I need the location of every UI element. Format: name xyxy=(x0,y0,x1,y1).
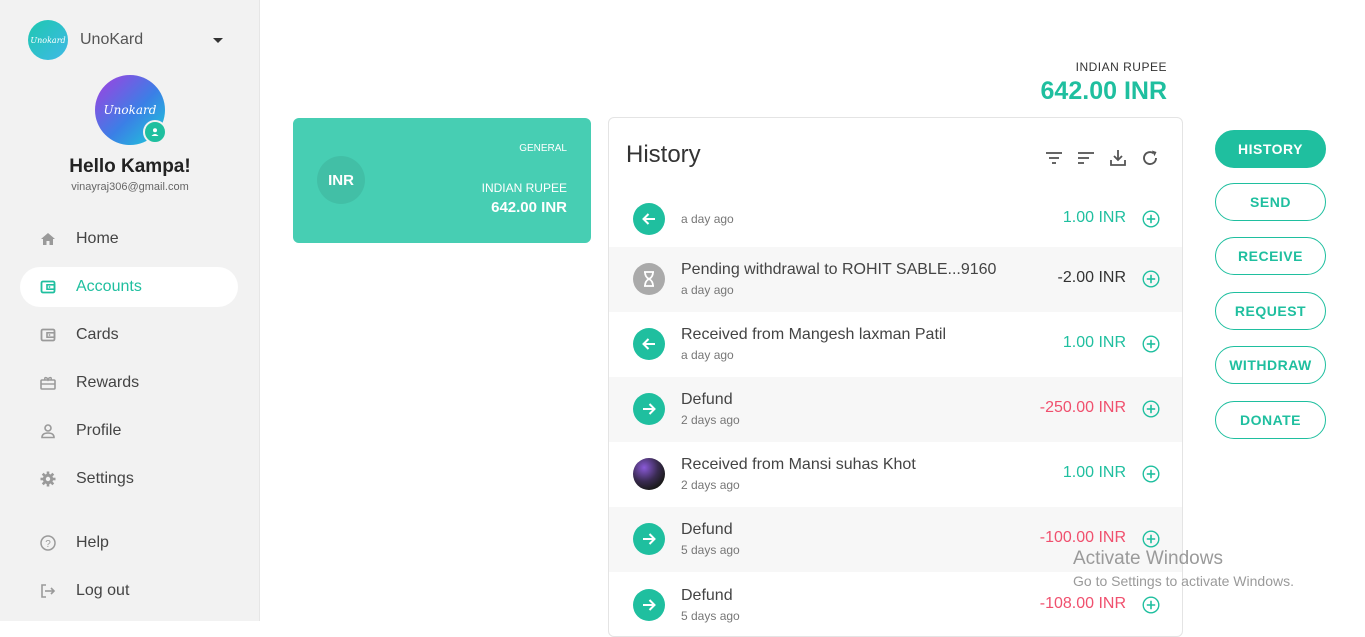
transaction-title: Defund xyxy=(681,521,733,538)
sidebar-item-profile[interactable]: Profile xyxy=(20,411,238,451)
gift-icon xyxy=(38,373,58,393)
sidebar-item-label: Help xyxy=(76,534,109,551)
transaction-row[interactable]: a day ago 1.00 INR xyxy=(609,187,1182,252)
balance-currency: INDIAN RUPEE xyxy=(1075,60,1167,74)
sidebar: Unokard UnoKard Unokard Hello Kampa! vin… xyxy=(0,0,260,621)
expand-plus-icon[interactable] xyxy=(1142,400,1160,418)
sidebar-item-label: Profile xyxy=(76,422,122,439)
greeting: Hello Kampa! xyxy=(69,156,191,177)
transaction-title: Defund xyxy=(681,587,733,604)
sender-avatar xyxy=(633,458,665,490)
transaction-time: 2 days ago xyxy=(681,478,740,492)
account-card[interactable]: INR GENERAL INDIAN RUPEE 642.00 INR xyxy=(293,118,591,243)
chevron-down-icon[interactable] xyxy=(213,38,223,43)
watermark-title: Activate Windows xyxy=(1073,548,1223,569)
sidebar-item-label: Settings xyxy=(76,470,134,487)
transaction-amount: -2.00 INR xyxy=(1057,269,1126,286)
sidebar-item-cards[interactable]: Cards xyxy=(20,315,238,355)
transaction-title: Received from Mangesh laxman Patil xyxy=(681,326,947,343)
brand[interactable]: Unokard UnoKard xyxy=(28,20,143,60)
outgoing-arrow-icon xyxy=(633,589,665,621)
incoming-arrow-icon xyxy=(633,328,665,360)
hourglass-icon xyxy=(633,263,665,295)
sidebar-item-help[interactable]: ? Help xyxy=(20,523,238,563)
sidebar-item-label: Rewards xyxy=(76,374,140,391)
expand-plus-icon[interactable] xyxy=(1142,210,1160,228)
sidebar-item-label: Log out xyxy=(76,582,130,599)
card-amount: 642.00 INR xyxy=(491,199,567,216)
gear-icon xyxy=(38,469,58,489)
sidebar-item-label: Cards xyxy=(76,326,119,343)
activation-watermark: Activate Windows Go to Settings to activ… xyxy=(1073,548,1294,589)
brand-name: UnoKard xyxy=(80,31,144,48)
expand-plus-icon[interactable] xyxy=(1142,270,1160,288)
help-icon: ? xyxy=(38,533,58,553)
logout-icon xyxy=(38,581,58,601)
transaction-row[interactable]: Defund 2 days ago -250.00 INR xyxy=(609,377,1182,442)
card-type: GENERAL xyxy=(519,143,567,154)
history-button[interactable]: HISTORY xyxy=(1215,130,1326,168)
transaction-amount: 1.00 INR xyxy=(1062,464,1126,481)
sidebar-item-settings[interactable]: Settings xyxy=(20,459,238,499)
transaction-time: a day ago xyxy=(681,212,734,226)
sidebar-item-accounts[interactable]: Accounts xyxy=(20,267,238,307)
transaction-time: a day ago xyxy=(681,348,734,362)
transaction-row[interactable]: Received from Mangesh laxman Patil a day… xyxy=(609,312,1182,377)
card-icon xyxy=(38,325,58,345)
person-icon xyxy=(38,421,58,441)
transaction-time: 2 days ago xyxy=(681,413,740,427)
watermark-subtitle: Go to Settings to activate Windows. xyxy=(1073,573,1294,589)
history-title: History xyxy=(626,141,701,168)
expand-plus-icon[interactable] xyxy=(1142,596,1160,614)
balance-amount: 642.00 INR xyxy=(1040,77,1167,105)
expand-plus-icon[interactable] xyxy=(1142,530,1160,548)
withdraw-button[interactable]: WITHDRAW xyxy=(1215,346,1326,384)
send-button[interactable]: SEND xyxy=(1215,183,1326,221)
sidebar-item-label: Accounts xyxy=(76,278,142,295)
outgoing-arrow-icon xyxy=(633,523,665,555)
transaction-amount: -100.00 INR xyxy=(1039,529,1126,546)
card-currency: INDIAN RUPEE xyxy=(481,181,567,195)
transaction-title: Defund xyxy=(681,391,733,408)
donate-button[interactable]: DONATE xyxy=(1215,401,1326,439)
sidebar-item-logout[interactable]: Log out xyxy=(20,571,238,611)
receive-button[interactable]: RECEIVE xyxy=(1215,237,1326,275)
download-icon[interactable] xyxy=(1106,146,1130,170)
currency-badge: INR xyxy=(317,156,365,204)
transaction-title: Received from Mansi suhas Khot xyxy=(681,456,916,473)
brand-logo: Unokard xyxy=(28,20,68,60)
user-email: vinayraj306@gmail.com xyxy=(71,181,189,193)
transaction-amount: 1.00 INR xyxy=(1062,209,1126,226)
incoming-arrow-icon xyxy=(633,203,665,235)
filter-icon[interactable] xyxy=(1042,146,1066,170)
sort-icon[interactable] xyxy=(1074,146,1098,170)
transaction-time: 5 days ago xyxy=(681,543,740,557)
home-icon xyxy=(38,229,58,249)
profile-badge-icon[interactable] xyxy=(143,120,167,144)
transaction-time: a day ago xyxy=(681,283,734,297)
sidebar-item-label: Home xyxy=(76,230,119,247)
wallet-icon xyxy=(38,277,58,297)
transaction-row[interactable]: Received from Mansi suhas Khot 2 days ag… xyxy=(609,442,1182,507)
request-button[interactable]: REQUEST xyxy=(1215,292,1326,330)
expand-plus-icon[interactable] xyxy=(1142,335,1160,353)
outgoing-arrow-icon xyxy=(633,393,665,425)
sidebar-item-rewards[interactable]: Rewards xyxy=(20,363,238,403)
refresh-icon[interactable] xyxy=(1138,146,1162,170)
transaction-title: Pending withdrawal to ROHIT SABLE...9160 xyxy=(681,261,997,278)
svg-text:?: ? xyxy=(45,539,51,550)
transaction-amount: -108.00 INR xyxy=(1039,595,1126,612)
sidebar-item-home[interactable]: Home xyxy=(20,219,238,259)
transaction-row[interactable]: Pending withdrawal to ROHIT SABLE...9160… xyxy=(609,247,1182,312)
expand-plus-icon[interactable] xyxy=(1142,465,1160,483)
transaction-amount: 1.00 INR xyxy=(1062,334,1126,351)
transaction-amount: -250.00 INR xyxy=(1039,399,1126,416)
